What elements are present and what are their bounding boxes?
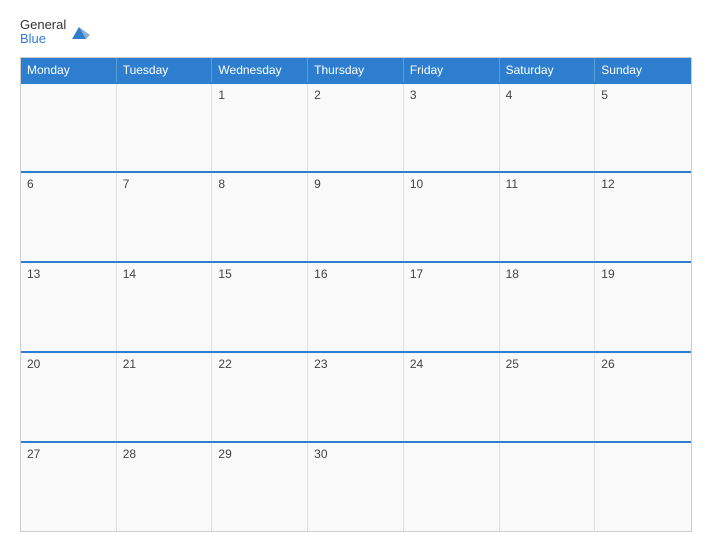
week-row-1: 12345 [21, 82, 691, 172]
cal-cell: 5 [595, 84, 691, 172]
logo-blue: Blue [20, 31, 46, 46]
logo-text: GeneralBlue [20, 18, 66, 47]
day-header-sunday: Sunday [595, 58, 691, 82]
day-number: 7 [123, 177, 206, 191]
logo: GeneralBlue [20, 18, 90, 47]
cal-cell: 13 [21, 263, 117, 351]
day-number: 6 [27, 177, 110, 191]
day-header-friday: Friday [404, 58, 500, 82]
day-header-saturday: Saturday [500, 58, 596, 82]
day-number: 22 [218, 357, 301, 371]
day-number: 4 [506, 88, 589, 102]
cal-cell [500, 443, 596, 531]
day-number: 11 [506, 177, 589, 191]
day-number: 21 [123, 357, 206, 371]
day-number: 26 [601, 357, 685, 371]
cal-cell: 26 [595, 353, 691, 441]
cal-cell: 10 [404, 173, 500, 261]
day-number: 20 [27, 357, 110, 371]
day-number: 16 [314, 267, 397, 281]
cal-cell: 27 [21, 443, 117, 531]
cal-cell: 30 [308, 443, 404, 531]
cal-cell: 14 [117, 263, 213, 351]
day-number: 12 [601, 177, 685, 191]
cal-cell: 17 [404, 263, 500, 351]
cal-cell: 15 [212, 263, 308, 351]
day-header-wednesday: Wednesday [212, 58, 308, 82]
cal-cell [404, 443, 500, 531]
day-number: 27 [27, 447, 110, 461]
day-number: 14 [123, 267, 206, 281]
week-row-2: 6789 10 11 12 [21, 171, 691, 261]
day-number: 3 [410, 88, 493, 102]
cal-cell: 21 [117, 353, 213, 441]
cal-cell: 1 [212, 84, 308, 172]
cal-cell: 22 [212, 353, 308, 441]
cal-cell: 3 [404, 84, 500, 172]
cal-cell: 16 [308, 263, 404, 351]
day-number: 1 [218, 88, 301, 102]
day-number: 9 [314, 177, 397, 191]
day-number: 28 [123, 447, 206, 461]
cal-cell: 24 [404, 353, 500, 441]
cal-cell: 7 [117, 173, 213, 261]
header: GeneralBlue [20, 18, 692, 47]
day-number: 19 [601, 267, 685, 281]
day-number: 25 [506, 357, 589, 371]
week-row-5: 27 28 29 30 [21, 441, 691, 531]
cal-cell: 23 [308, 353, 404, 441]
calendar-body: 1234567891011121314151617181920212223242… [21, 82, 691, 531]
logo-icon [68, 21, 90, 43]
day-number: 29 [218, 447, 301, 461]
cal-cell: 6 [21, 173, 117, 261]
cal-cell: 28 [117, 443, 213, 531]
day-number: 5 [601, 88, 685, 102]
day-number: 10 [410, 177, 493, 191]
cal-cell [21, 84, 117, 172]
cal-cell: 8 [212, 173, 308, 261]
day-header-thursday: Thursday [308, 58, 404, 82]
cal-cell: 19 [595, 263, 691, 351]
day-number: 18 [506, 267, 589, 281]
day-number: 2 [314, 88, 397, 102]
cal-cell [117, 84, 213, 172]
calendar: MondayTuesdayWednesdayThursdayFridaySatu… [20, 57, 692, 532]
page: GeneralBlue MondayTuesdayWednesdayThursd… [0, 0, 712, 550]
day-header-monday: Monday [21, 58, 117, 82]
cal-cell [595, 443, 691, 531]
day-header-tuesday: Tuesday [117, 58, 213, 82]
day-number: 8 [218, 177, 301, 191]
cal-cell: 9 [308, 173, 404, 261]
cal-cell: 25 [500, 353, 596, 441]
cal-cell: 12 [595, 173, 691, 261]
calendar-header: MondayTuesdayWednesdayThursdayFridaySatu… [21, 58, 691, 82]
week-row-3: 13 14 15 16 17 18 19 [21, 261, 691, 351]
cal-cell: 18 [500, 263, 596, 351]
day-number: 17 [410, 267, 493, 281]
cal-cell: 4 [500, 84, 596, 172]
cal-cell: 11 [500, 173, 596, 261]
week-row-4: 20 21 22 23 24 25 26 [21, 351, 691, 441]
cal-cell: 20 [21, 353, 117, 441]
day-number: 24 [410, 357, 493, 371]
cal-cell: 29 [212, 443, 308, 531]
day-number: 13 [27, 267, 110, 281]
day-number: 30 [314, 447, 397, 461]
day-number: 15 [218, 267, 301, 281]
cal-cell: 2 [308, 84, 404, 172]
day-number: 23 [314, 357, 397, 371]
